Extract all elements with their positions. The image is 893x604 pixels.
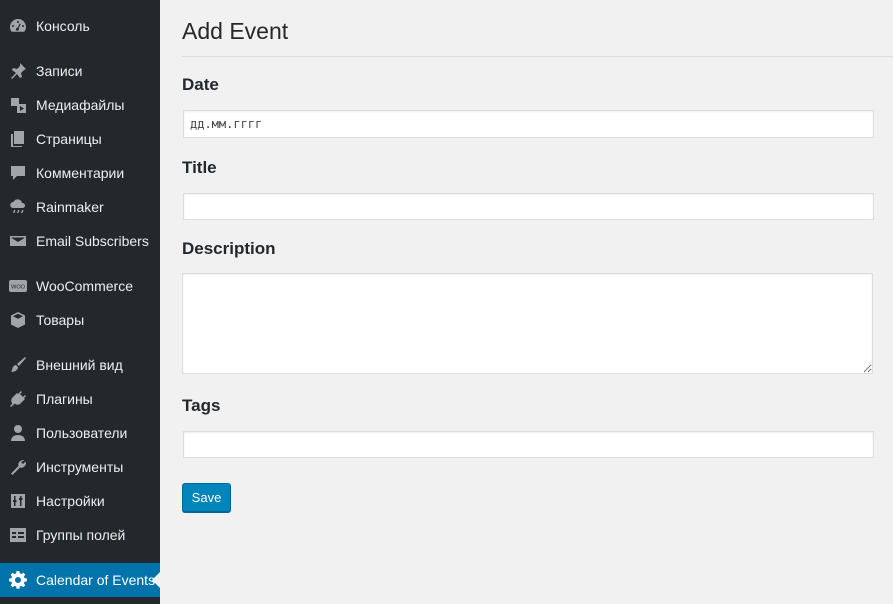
sidebar-item-posts[interactable]: Записи (0, 54, 160, 88)
woo-icon: WOO (8, 276, 28, 296)
settings-sliders-icon (8, 491, 28, 511)
media-icon (8, 95, 28, 115)
sidebar-item-label: Rainmaker (36, 199, 104, 215)
pin-icon (8, 61, 28, 81)
admin-sidebar: Консоль Записи Медиафайлы Страницы Комме… (0, 0, 160, 604)
envelope-icon (8, 231, 28, 251)
save-button[interactable]: Save (182, 483, 231, 512)
sidebar-item-label: Консоль (36, 18, 90, 34)
sidebar-item-products[interactable]: Товары (0, 303, 160, 337)
paintbrush-icon (8, 355, 28, 375)
sidebar-item-comments[interactable]: Комментарии (0, 156, 160, 190)
sidebar-item-calendar-of-events[interactable]: Calendar of Events (0, 563, 160, 597)
date-input[interactable] (183, 110, 874, 138)
comment-icon (8, 163, 28, 183)
sidebar-item-label: Группы полей (36, 527, 126, 543)
user-icon (8, 423, 28, 443)
tags-label: Tags (182, 396, 221, 415)
sidebar-item-label: Внешний вид (36, 357, 123, 373)
sidebar-item-label: Email Subscribers (36, 233, 149, 249)
sidebar-item-users[interactable]: Пользователи (0, 416, 160, 450)
page-title: Add Event (182, 18, 289, 44)
sidebar-item-label: Страницы (36, 131, 102, 147)
sidebar-item-appearance[interactable]: Внешний вид (0, 348, 160, 382)
sidebar-item-email-subscribers[interactable]: Email Subscribers (0, 224, 160, 258)
sidebar-item-plugins[interactable]: Плагины (0, 382, 160, 416)
sidebar-item-dashboard[interactable]: Консоль (0, 9, 160, 43)
title-input[interactable] (183, 193, 874, 220)
wrench-icon (8, 457, 28, 477)
gear-icon (8, 570, 28, 590)
plug-icon (8, 389, 28, 409)
sidebar-item-label: Плагины (36, 391, 93, 407)
table-icon (8, 525, 28, 545)
sidebar-item-label: Настройки (36, 493, 105, 509)
sidebar-item-settings[interactable]: Настройки (0, 484, 160, 518)
box-icon (8, 310, 28, 330)
sidebar-item-rainmaker[interactable]: Rainmaker (0, 190, 160, 224)
pages-icon (8, 129, 28, 149)
svg-text:WOO: WOO (11, 285, 25, 291)
description-textarea[interactable] (182, 273, 873, 374)
sidebar-item-tools[interactable]: Инструменты (0, 450, 160, 484)
title-divider (182, 56, 893, 57)
main-content: Add Event Date Title Description Tags Sa… (160, 0, 893, 604)
description-label: Description (182, 239, 276, 258)
sidebar-item-label: WooCommerce (36, 278, 133, 294)
cloud-rain-icon (8, 197, 28, 217)
sidebar-item-label: Записи (36, 63, 83, 79)
sidebar-item-label: Медиафайлы (36, 97, 125, 113)
sidebar-item-media[interactable]: Медиафайлы (0, 88, 160, 122)
sidebar-item-label: Комментарии (36, 165, 125, 181)
sidebar-item-pages[interactable]: Страницы (0, 122, 160, 156)
sidebar-item-woocommerce[interactable]: WOO WooCommerce (0, 269, 160, 303)
sidebar-item-label: Товары (36, 312, 85, 328)
sidebar-item-label: Пользователи (36, 425, 128, 441)
sidebar-item-label: Инструменты (36, 459, 124, 475)
dashboard-icon (8, 16, 28, 36)
sidebar-item-field-groups[interactable]: Группы полей (0, 518, 160, 552)
sidebar-item-label: Calendar of Events (36, 572, 156, 588)
tags-input[interactable] (183, 431, 874, 458)
title-label: Title (182, 158, 217, 177)
date-label: Date (182, 75, 219, 94)
